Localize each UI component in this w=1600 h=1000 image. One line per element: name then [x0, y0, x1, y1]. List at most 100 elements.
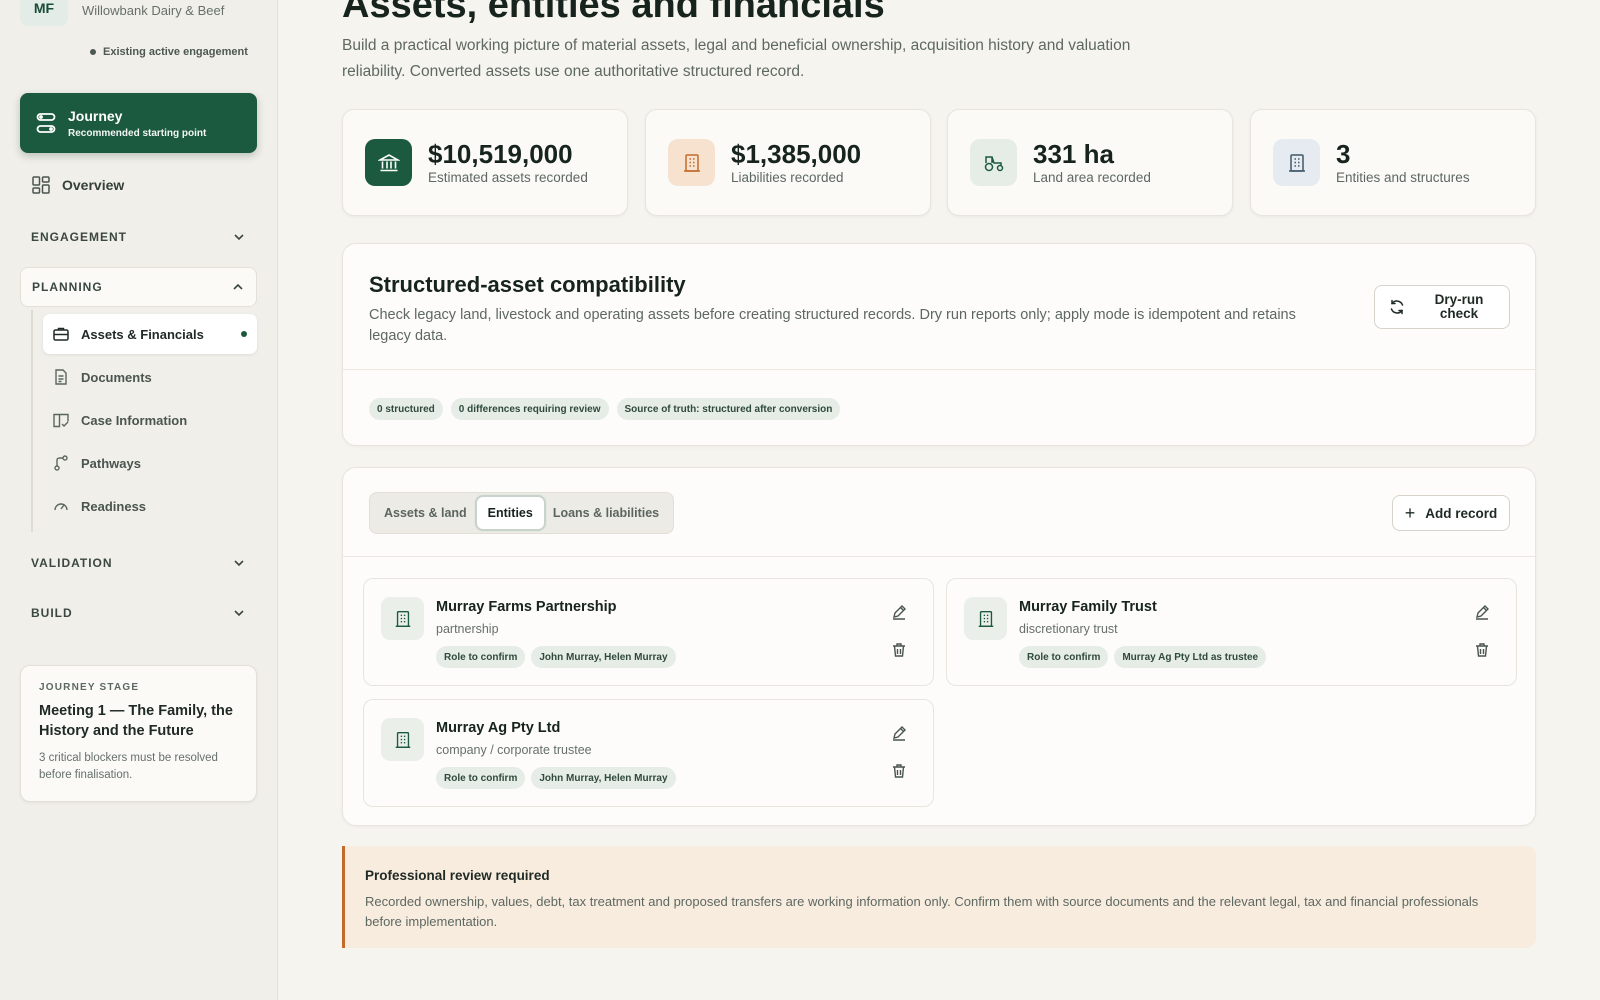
entity-name: Murray Farms Partnership [436, 599, 617, 615]
section-build[interactable]: BUILD [20, 593, 257, 633]
dry-run-check-button[interactable]: Dry-run check [1374, 285, 1510, 329]
records-panel: Assets & land Entities Loans & liabiliti… [342, 467, 1536, 826]
tab-entities[interactable]: Entities [474, 495, 546, 531]
sidebar-item-case-information[interactable]: Case Information [43, 401, 257, 439]
trash-icon[interactable] [891, 642, 907, 658]
building-icon [1273, 139, 1320, 186]
workspace-header[interactable]: MF Willowbank Dairy & Beef [20, 0, 224, 26]
edit-icon[interactable] [891, 604, 907, 620]
sidebar-item-documents[interactable]: Documents [43, 358, 257, 396]
divider [343, 369, 1535, 370]
stat-value: $10,519,000 [428, 139, 573, 169]
document-icon [55, 369, 67, 385]
stat-value: $1,385,000 [731, 139, 862, 169]
chevron-up-icon [233, 283, 243, 290]
chevron-down-icon [234, 234, 244, 241]
stat-card-land: 331 ha Land area recorded [947, 109, 1233, 216]
compatibility-panel: Structured-asset compatibility Check leg… [342, 243, 1536, 446]
role-badge: Role to confirm [436, 767, 526, 789]
professional-review-notice: Professional review required Recorded ow… [342, 846, 1536, 948]
section-engagement[interactable]: ENGAGEMENT [20, 217, 257, 257]
building-icon [964, 597, 1007, 640]
section-validation-label: VALIDATION [31, 556, 113, 570]
entity-name: Murray Family Trust [1019, 599, 1157, 615]
sidebar-item-label: Pathways [81, 455, 141, 471]
chevron-down-icon [234, 560, 244, 567]
entity-chips: Role to confirm John Murray, Helen Murra… [436, 767, 676, 789]
section-validation[interactable]: VALIDATION [20, 543, 257, 583]
plus-icon: + [1404, 503, 1416, 523]
compatibility-chips: 0 structured 0 differences requiring rev… [369, 398, 841, 420]
branch-icon [54, 455, 68, 471]
workspace-avatar: MF [20, 0, 68, 26]
role-badge: Role to confirm [1019, 646, 1109, 668]
stage-title: Meeting 1 — The Family, the History and … [39, 703, 233, 739]
active-indicator [241, 331, 247, 337]
entity-type: partnership [436, 622, 499, 636]
section-build-label: BUILD [31, 606, 73, 620]
trash-icon[interactable] [1474, 642, 1490, 658]
trash-icon[interactable] [891, 763, 907, 779]
add-record-button[interactable]: + Add record [1392, 495, 1510, 531]
compatibility-title: Structured-asset compatibility [369, 272, 686, 297]
tab-assets-land[interactable]: Assets & land [384, 506, 467, 520]
entity-card[interactable]: Murray Family Trust discretionary trust … [946, 578, 1517, 686]
people-badge: Murray Ag Pty Ltd as trustee [1114, 646, 1267, 668]
page-title: Assets, entities and financials [342, 0, 885, 26]
sidebar-item-assets-financials[interactable]: Assets & Financials [43, 314, 257, 354]
engagement-status-label: Existing active engagement [103, 46, 248, 58]
role-badge: Role to confirm [436, 646, 526, 668]
stat-label: Entities and structures [1336, 170, 1470, 185]
stat-label: Land area recorded [1033, 170, 1151, 185]
stat-card-entities: 3 Entities and structures [1250, 109, 1536, 216]
stat-label: Liabilities recorded [731, 170, 844, 185]
entity-chips: Role to confirm Murray Ag Pty Ltd as tru… [1019, 646, 1267, 668]
journey-stage-card[interactable]: JOURNEY STAGE Meeting 1 — The Family, th… [20, 665, 257, 802]
building-icon [381, 597, 424, 640]
stage-blockers-text: 3 critical blockers must be resolved bef… [39, 752, 218, 781]
stat-card-assets: $10,519,000 Estimated assets recorded [342, 109, 628, 216]
sidebar-item-pathways[interactable]: Pathways [43, 444, 257, 482]
section-planning[interactable]: PLANNING [20, 267, 257, 307]
edit-icon[interactable] [1474, 604, 1490, 620]
briefcase-icon [53, 327, 69, 341]
status-badge: Source of truth: structured after conver… [616, 398, 841, 420]
records-tabs: Assets & land Entities Loans & liabiliti… [369, 492, 675, 534]
divider [343, 556, 1535, 557]
chevron-down-icon [234, 610, 244, 617]
route-icon [36, 113, 56, 133]
building-icon [668, 139, 715, 186]
tab-loans-liabilities[interactable]: Loans & liabilities [553, 506, 659, 520]
section-planning-label: PLANNING [32, 280, 103, 294]
people-badge: John Murray, Helen Murray [531, 767, 676, 789]
stage-kicker: JOURNEY STAGE [39, 682, 140, 693]
page-description: Build a practical working picture of mat… [342, 37, 1131, 80]
status-badge: 0 structured [369, 398, 443, 420]
review-text: Recorded ownership, values, debt, tax tr… [365, 894, 1479, 929]
journey-subtitle: Recommended starting point [68, 127, 207, 139]
add-record-label: Add record [1425, 505, 1498, 521]
sidebar-item-label: Readiness [81, 498, 147, 514]
stat-card-liabilities: $1,385,000 Liabilities recorded [645, 109, 931, 216]
entity-card[interactable]: Murray Farms Partnership partnership Rol… [363, 578, 934, 686]
building-icon [381, 718, 424, 761]
sidebar-item-label: Documents [81, 369, 152, 385]
gauge-icon [54, 503, 68, 511]
entity-type: company / corporate trustee [436, 743, 592, 757]
status-dot [90, 49, 96, 55]
status-badge: 0 differences requiring review [450, 398, 609, 420]
journey-button[interactable]: Journey Recommended starting point [20, 93, 257, 153]
review-title: Professional review required [365, 868, 550, 883]
entity-chips: Role to confirm John Murray, Helen Murra… [436, 646, 676, 668]
sidebar-item-readiness[interactable]: Readiness [43, 487, 257, 525]
dry-run-check-label: Dry-run check [1434, 292, 1484, 321]
journey-title: Journey [68, 107, 123, 124]
edit-icon[interactable] [891, 725, 907, 741]
grid-icon [32, 176, 50, 194]
entity-card[interactable]: Murray Ag Pty Ltd company / corporate tr… [363, 699, 934, 807]
engagement-status: Existing active engagement [90, 46, 248, 58]
section-engagement-label: ENGAGEMENT [31, 230, 128, 244]
sidebar: MF Willowbank Dairy & Beef Existing acti… [0, 0, 278, 1000]
sidebar-item-overview[interactable]: Overview [20, 168, 257, 202]
book-check-icon [53, 413, 69, 428]
